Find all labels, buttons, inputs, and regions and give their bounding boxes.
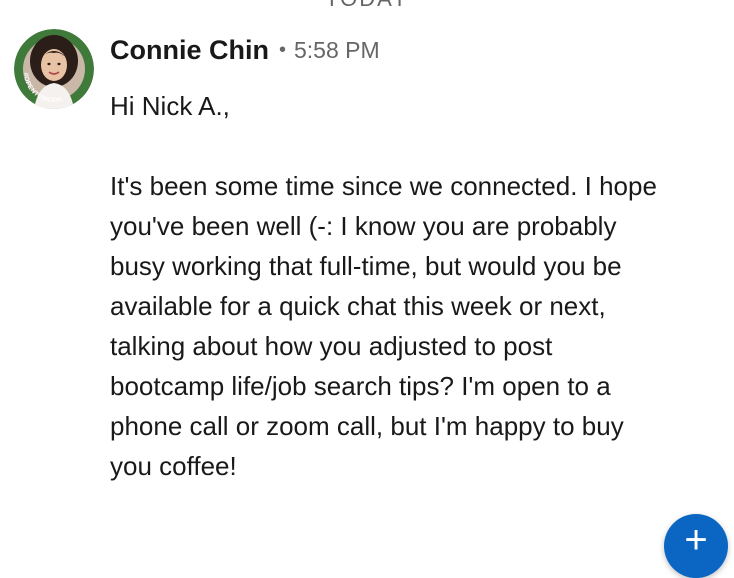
plus-icon: + xyxy=(684,518,708,562)
message-greeting: Hi Nick A., xyxy=(110,91,230,121)
compose-button[interactable]: + xyxy=(664,514,728,578)
sender-name[interactable]: Connie Chin xyxy=(110,35,269,66)
message-header: Connie Chin • 5:58 PM xyxy=(110,30,380,70)
sender-avatar[interactable]: #OPENTOWORK xyxy=(14,29,94,109)
header-separator: • xyxy=(278,38,286,61)
day-divider: TODAY xyxy=(0,0,734,12)
avatar-photo-icon: #OPENTOWORK xyxy=(14,29,94,109)
message-text: It's been some time since we connected. … xyxy=(110,171,657,481)
message-body: Hi Nick A., It's been some time since we… xyxy=(110,86,670,486)
message-timestamp: 5:58 PM xyxy=(294,36,380,63)
